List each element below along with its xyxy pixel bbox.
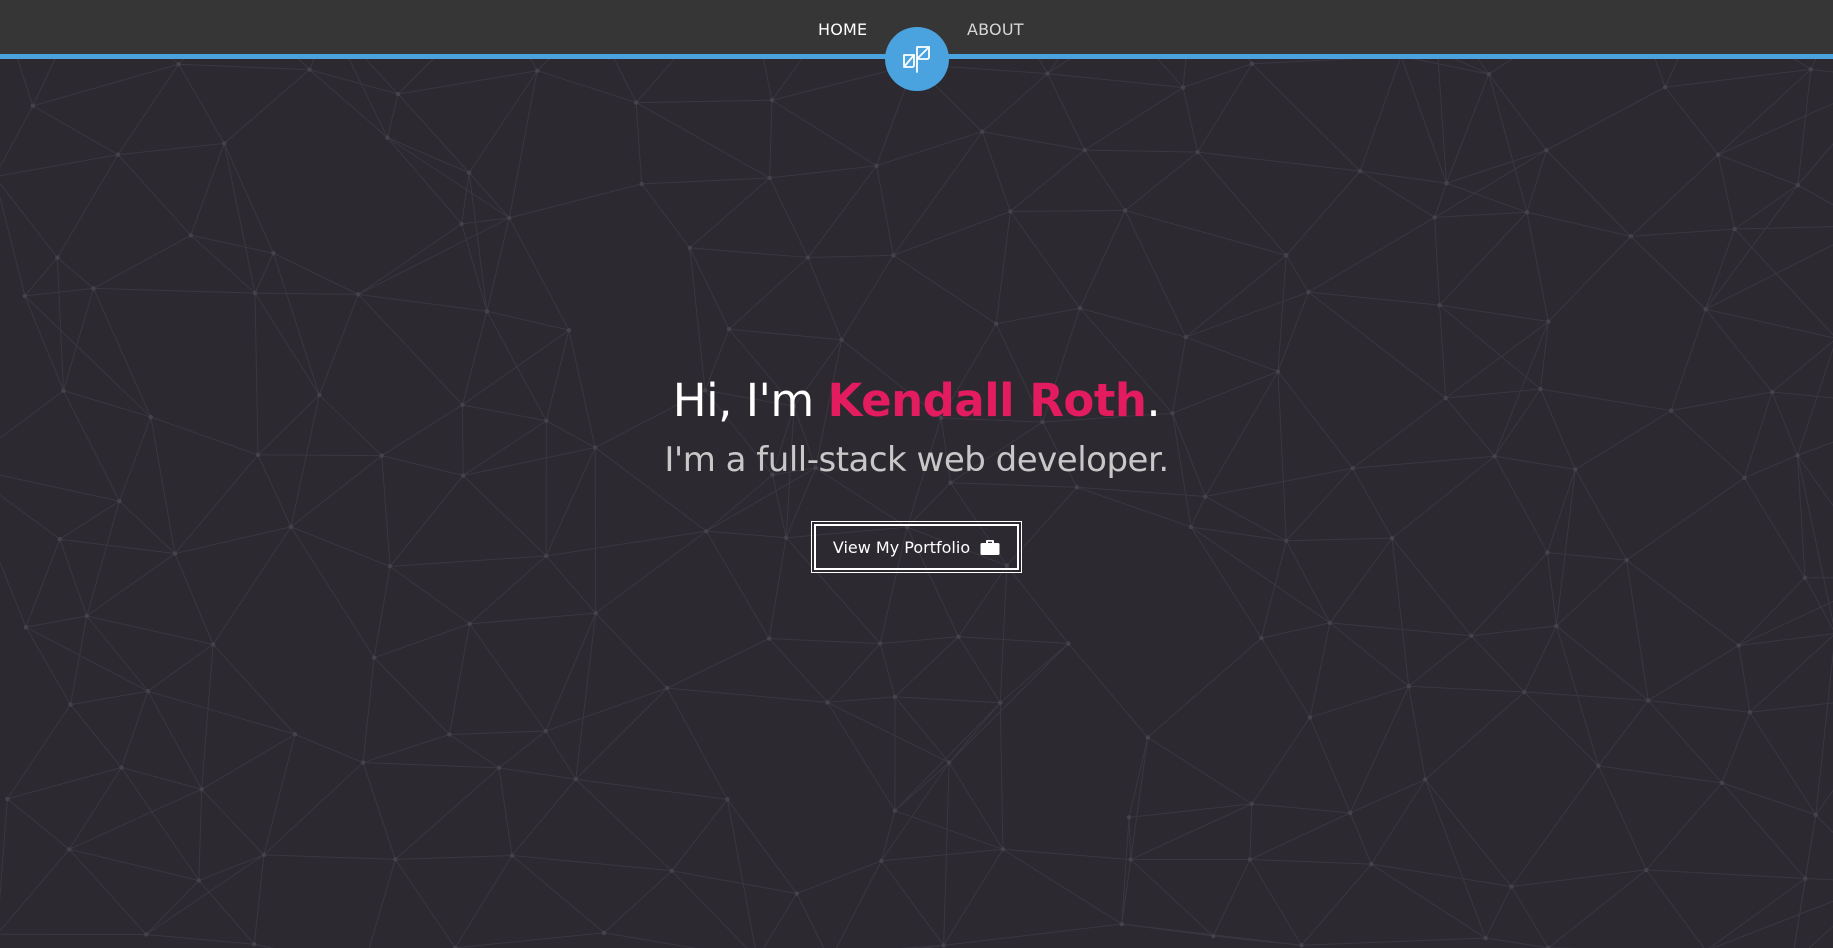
hero-title: Hi, I'm Kendall Roth. bbox=[0, 370, 1833, 432]
hero-period: . bbox=[1146, 374, 1161, 427]
page: HOME ABOUT Hi, I'm Kendall Roth. I'm a f… bbox=[0, 0, 1833, 948]
view-portfolio-label: View My Portfolio bbox=[832, 537, 971, 557]
hero-section: Hi, I'm Kendall Roth. I'm a full-stack w… bbox=[0, 370, 1833, 486]
hero-greeting: Hi, I'm bbox=[672, 374, 828, 427]
logo-button[interactable] bbox=[885, 27, 949, 91]
briefcase-icon bbox=[980, 539, 1000, 555]
nav-home-link[interactable]: HOME bbox=[818, 20, 867, 39]
view-portfolio-button-inner: View My Portfolio bbox=[814, 524, 1019, 570]
sprout-leaf-icon bbox=[903, 46, 930, 73]
nav-about-link[interactable]: ABOUT bbox=[967, 20, 1024, 39]
hero-name: Kendall Roth bbox=[827, 374, 1147, 427]
hero-subtitle: I'm a full-stack web developer. bbox=[664, 440, 1169, 480]
view-portfolio-button[interactable]: View My Portfolio bbox=[811, 521, 1022, 573]
